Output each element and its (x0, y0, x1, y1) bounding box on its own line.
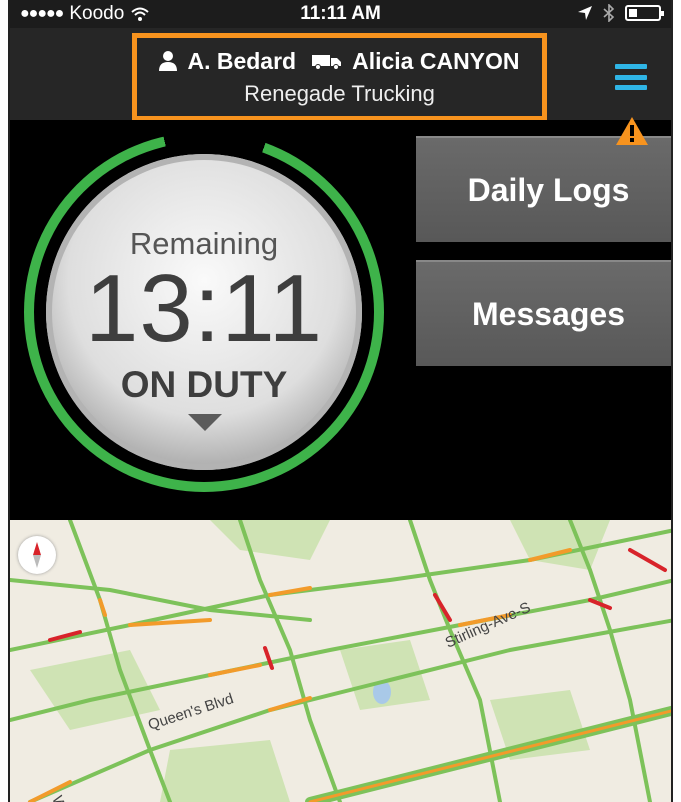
status-bar: ●●●●● Koodo 11:11 AM (10, 0, 671, 28)
messages-button[interactable]: Messages (416, 260, 671, 366)
menu-bar (615, 85, 647, 90)
warning-icon (616, 117, 648, 145)
company-name: Renegade Trucking (244, 80, 435, 106)
messages-label: Messages (472, 295, 625, 332)
status-right (577, 4, 664, 22)
daily-logs-label: Daily Logs (467, 171, 630, 208)
dial-content: Remaining 13:11 ON DUTY (46, 154, 362, 470)
map-canvas: Stirling-Ave-S Queen's Blvd Westh (10, 520, 671, 802)
location-arrow-icon (578, 6, 592, 20)
traffic-map[interactable]: Stirling-Ave-S Queen's Blvd Westh (10, 520, 671, 802)
status-time: 11:11 AM (300, 3, 381, 24)
truck-icon (312, 55, 342, 70)
duty-status-dial[interactable]: Remaining 13:11 ON DUTY (46, 154, 362, 470)
hours-remaining-ring: Remaining 13:11 ON DUTY (24, 132, 384, 492)
chevron-down-icon (188, 414, 222, 431)
remaining-time: 13:11 (84, 255, 324, 362)
map-street-label: Westh (48, 794, 78, 802)
app-frame: ●●●●● Koodo 11:11 AM A. Bedard Alicia CA… (8, 0, 673, 802)
duty-status: ON DUTY (120, 364, 288, 405)
battery-icon (625, 5, 664, 21)
vehicle-name: Alicia CANYON (352, 47, 520, 74)
compass-needle (33, 542, 41, 568)
duty-area: Remaining 13:11 ON DUTY Daily Logs Messa… (10, 117, 671, 520)
menu-bar (615, 74, 647, 80)
bluetooth-icon (603, 4, 615, 22)
app-header: A. Bedard Alicia CANYON Renegade Truckin… (10, 28, 671, 121)
daily-logs-button[interactable]: Daily Logs (416, 136, 671, 242)
menu-icon[interactable] (615, 64, 647, 90)
driver-name: A. Bedard (187, 47, 297, 74)
menu-bar (615, 64, 647, 69)
compass-icon[interactable] (18, 536, 56, 574)
driver-info-box[interactable]: A. Bedard Alicia CANYON Renegade Truckin… (132, 33, 547, 121)
person-icon (159, 51, 178, 71)
driver-vehicle-line: A. Bedard Alicia CANYON (159, 47, 520, 75)
